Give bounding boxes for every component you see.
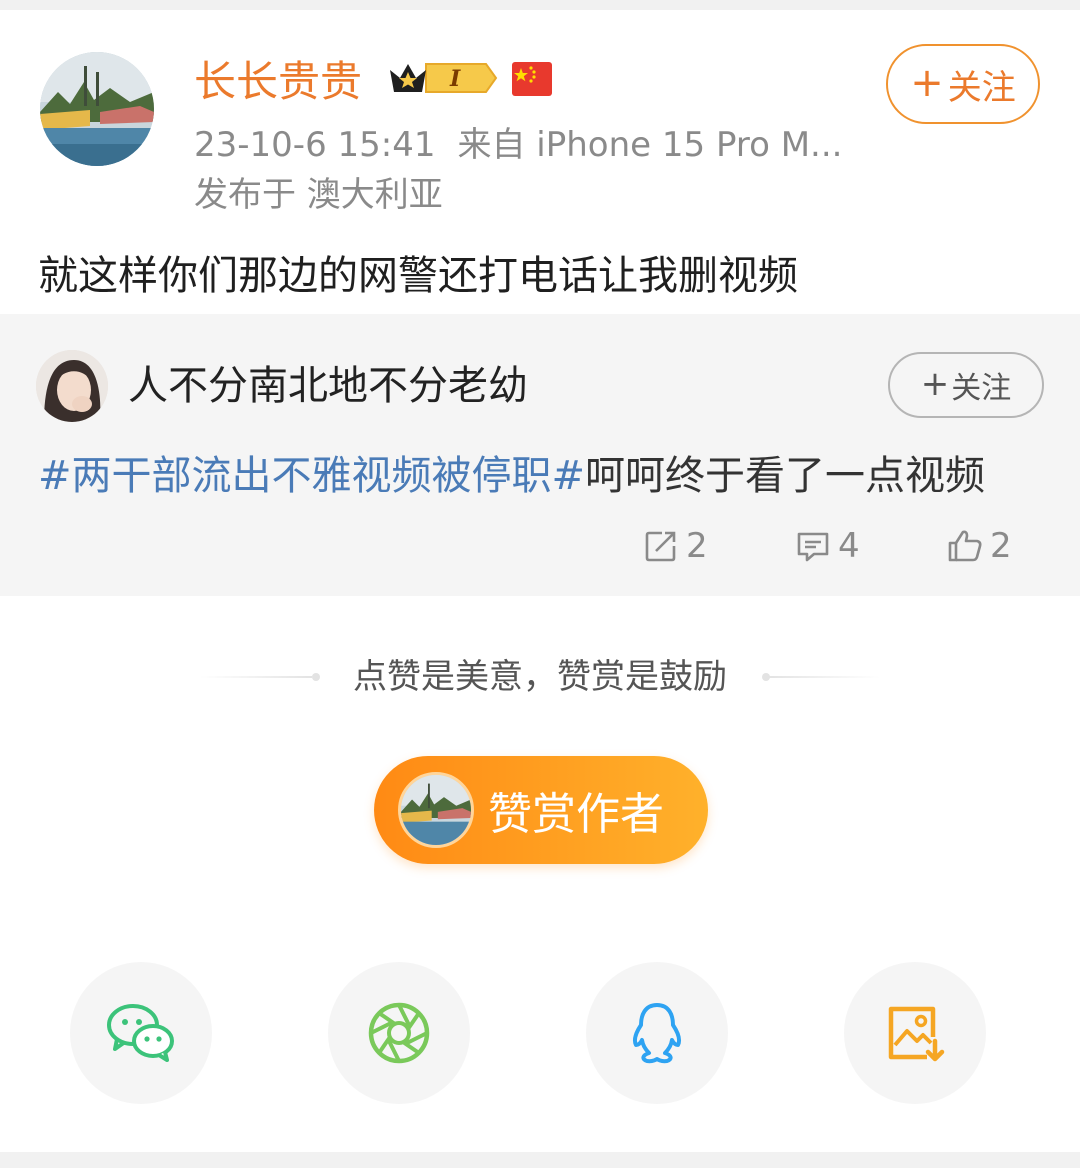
post-text: 就这样你们那边的网警还打电话让我删视频 [38, 253, 798, 299]
repost-count-button[interactable]: 2 [642, 526, 708, 566]
author-avatar[interactable] [40, 52, 154, 166]
post-time: 23-10-6 15:41 [194, 125, 436, 165]
top-separator [0, 0, 1080, 10]
author-name[interactable]: 长长贵贵 [194, 54, 362, 110]
reward-button-label: 赞赏作者 [488, 789, 664, 840]
original-post-body: 呵呵终于看了一点视频 [585, 453, 986, 499]
bottom-separator [0, 1152, 1080, 1168]
thumbs-up-icon [948, 530, 982, 562]
divider-right [768, 676, 880, 678]
author-avatar-small [398, 772, 474, 848]
wechat-icon [107, 1004, 174, 1062]
post-source: 来自 iPhone 15 Pro M... [457, 125, 843, 165]
moments-icon [368, 1002, 430, 1064]
reposted-card[interactable]: 人不分南北地不分老幼 + 关注 #两干部流出不雅视频被停职#呵呵终于看了一点视频… [0, 314, 1080, 596]
share-qq-button[interactable] [586, 962, 728, 1104]
rank-text: I [449, 66, 461, 92]
qq-icon [632, 1003, 682, 1064]
repost-count: 2 [686, 526, 708, 566]
repost-icon [645, 531, 676, 562]
follow-label: 关注 [951, 371, 1012, 406]
original-post-text: #两干部流出不雅视频被停职#呵呵终于看了一点视频 [38, 448, 985, 504]
post-meta: 23-10-6 15:41 来自 iPhone 15 Pro M... [194, 122, 842, 168]
save-image-icon [888, 1006, 945, 1062]
comment-count-button[interactable]: 4 [794, 526, 860, 566]
china-flag-icon [512, 62, 552, 96]
comment-count: 4 [838, 526, 860, 566]
plus-icon: + [920, 364, 950, 404]
original-author-avatar[interactable] [36, 350, 108, 422]
plus-icon: + [910, 59, 944, 106]
reward-caption: 点赞是美意，赞赏是鼓励 [353, 657, 727, 697]
member-rank-badge[interactable]: I [386, 58, 498, 98]
like-count-button[interactable]: 2 [946, 526, 1012, 566]
follow-author-button[interactable]: + 关注 [886, 44, 1040, 124]
like-count: 2 [990, 526, 1012, 566]
follow-original-author-button[interactable]: + 关注 [888, 352, 1044, 418]
share-wechat-button[interactable] [70, 962, 212, 1104]
original-author-name[interactable]: 人不分南北地不分老幼 [128, 358, 528, 414]
share-moments-button[interactable] [328, 962, 470, 1104]
follow-label: 关注 [947, 67, 1016, 108]
reward-author-button[interactable]: 赞赏作者 [374, 756, 708, 864]
post-location: 发布于 澳大利亚 [194, 175, 443, 215]
hashtag-link[interactable]: #两干部流出不雅视频被停职# [38, 453, 585, 499]
save-image-button[interactable] [844, 962, 986, 1104]
comment-icon [797, 532, 829, 562]
